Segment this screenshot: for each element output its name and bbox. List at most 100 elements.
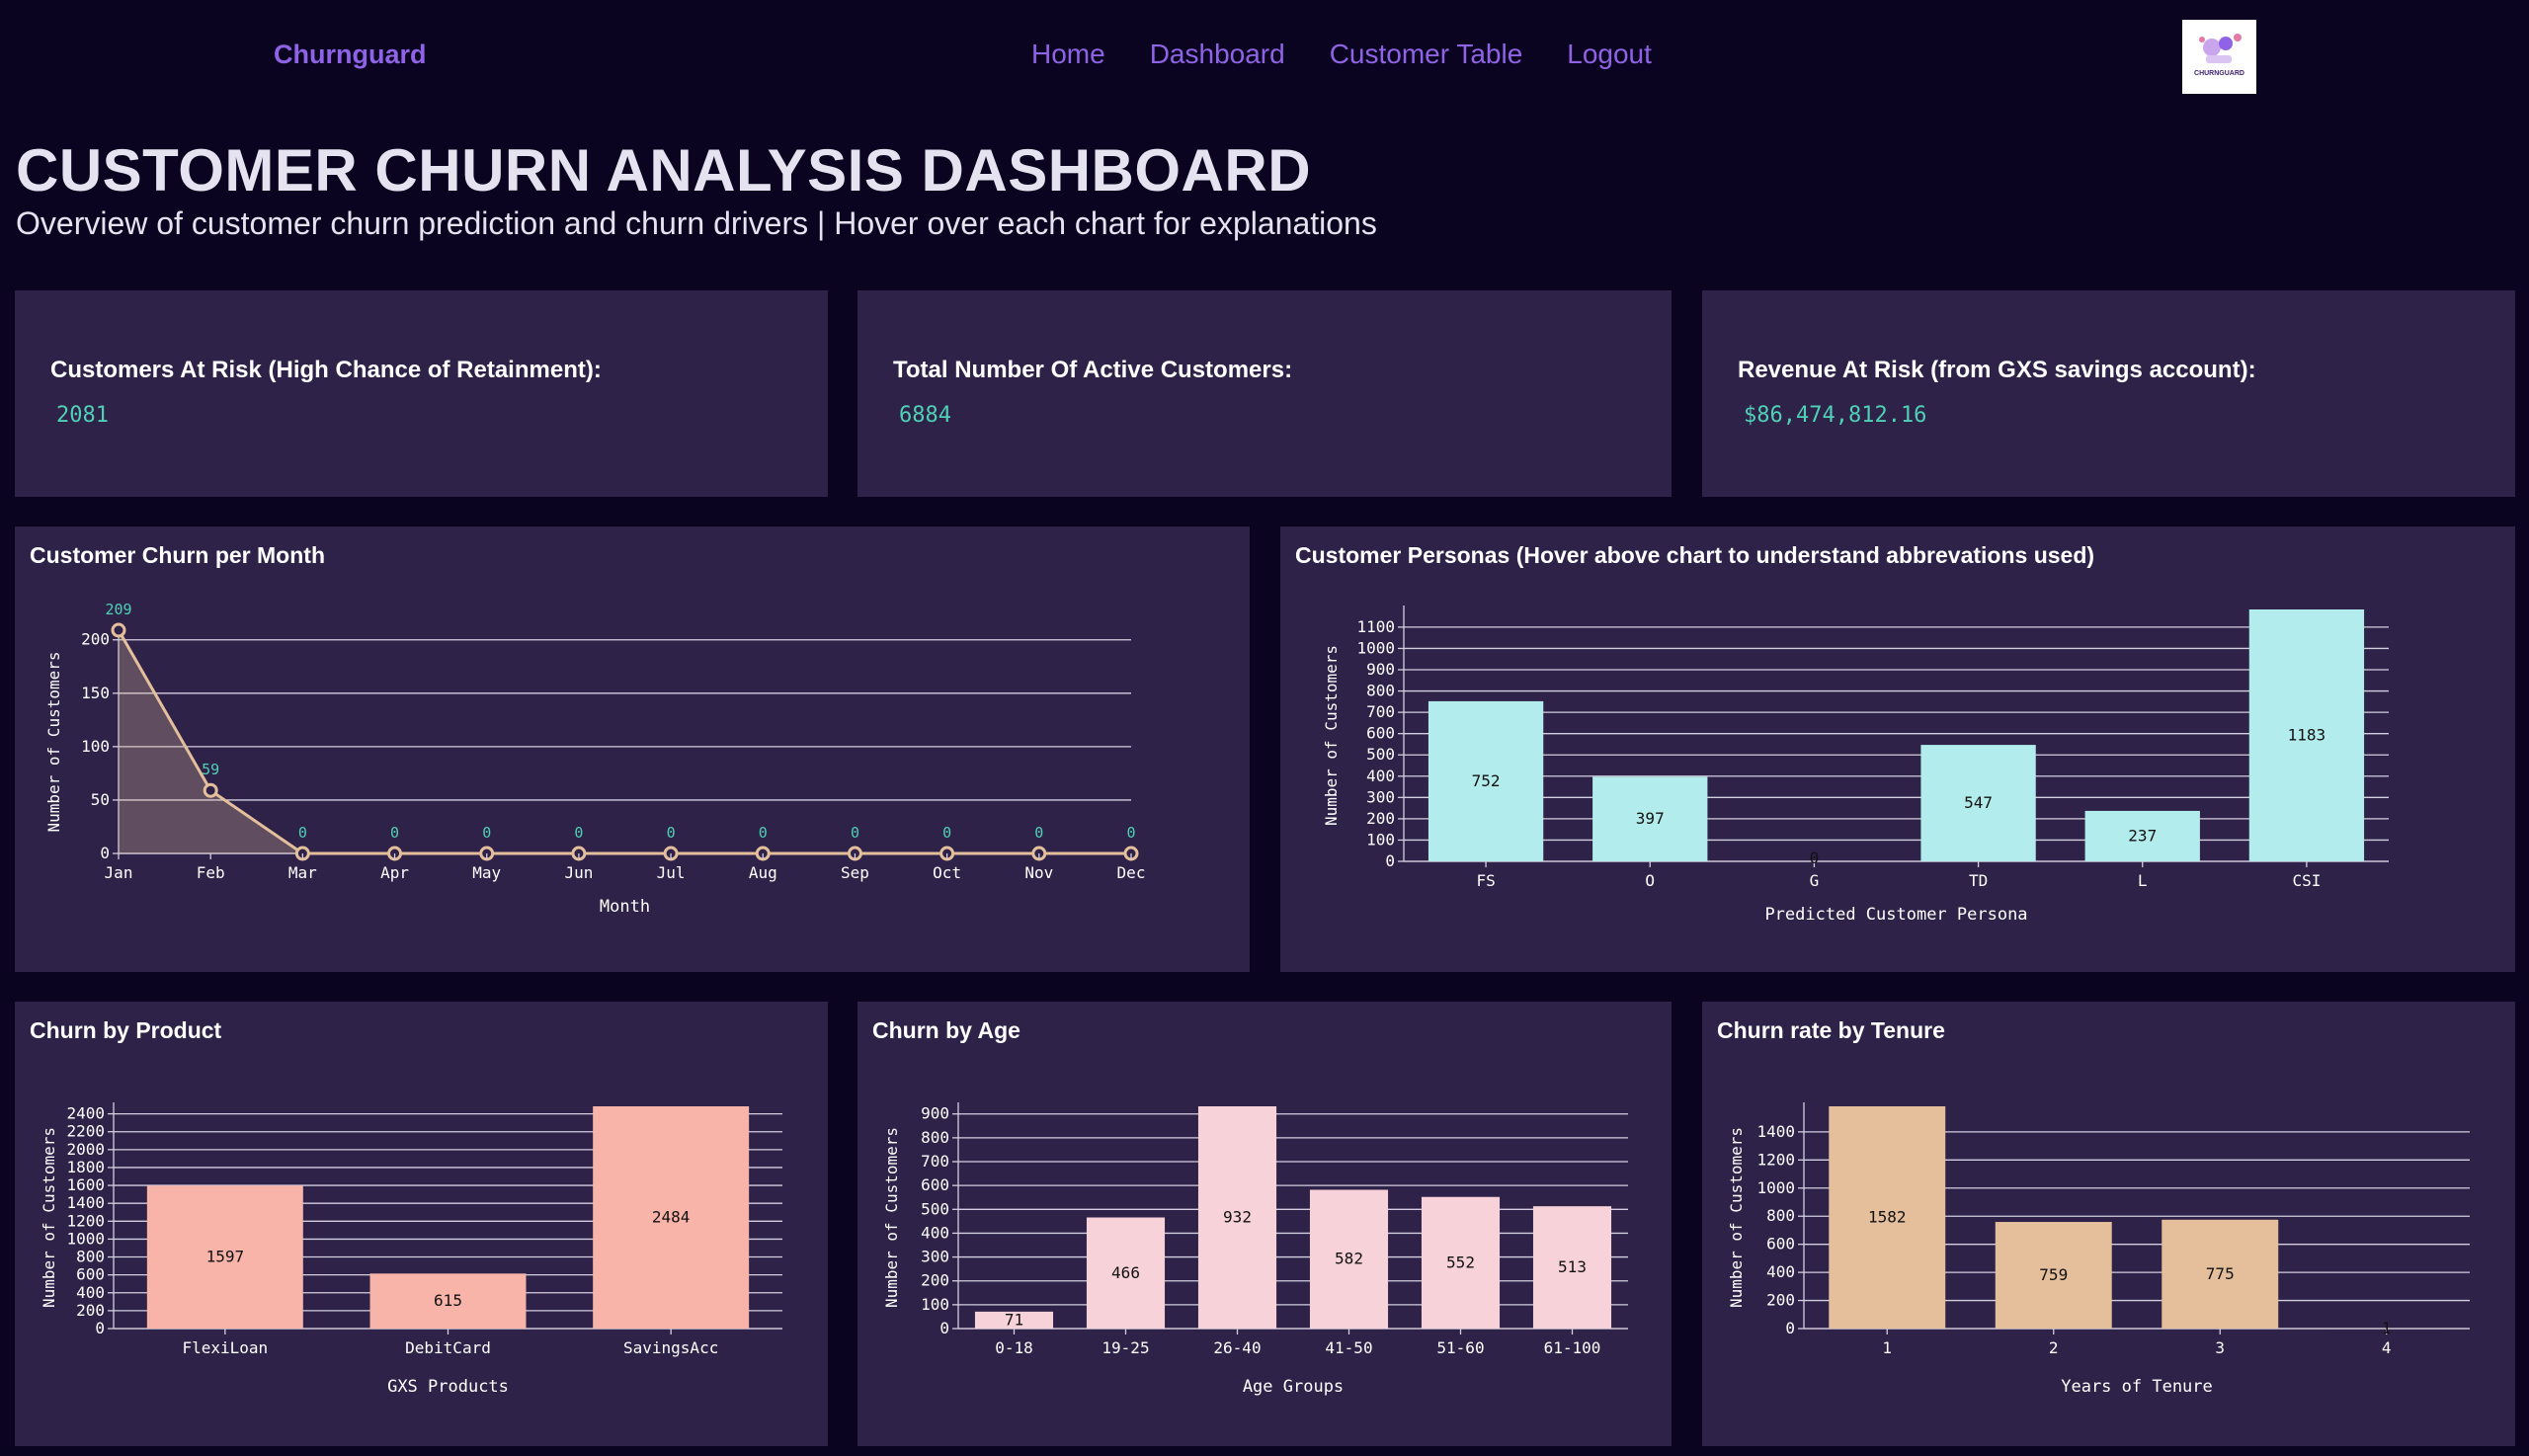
kpi-card-at-risk: Customers At Risk (High Chance of Retain… (15, 290, 828, 497)
y-tick-label: 200 (1766, 1291, 1795, 1310)
y-tick-label: 200 (76, 1301, 105, 1320)
nav-customer-table-link[interactable]: Customer Table (1330, 39, 1523, 70)
y-tick-label: 1000 (66, 1229, 105, 1248)
bar-value-label: 397 (1636, 809, 1665, 828)
y-tick-label: 900 (921, 1104, 949, 1123)
x-tick-label: 2 (2049, 1338, 2059, 1357)
churnguard-logo: CHURNGUARD (2182, 20, 2256, 94)
x-tick-label: 19-25 (1101, 1338, 1149, 1357)
y-axis-title: Number of Customers (1727, 1127, 1746, 1308)
y-tick-label: 200 (81, 630, 110, 649)
y-tick-label: 0 (1385, 851, 1395, 870)
y-tick-label: 2400 (66, 1104, 105, 1123)
x-tick-label: Mar (288, 863, 317, 882)
bar-value-label: 237 (2128, 826, 2157, 845)
y-tick-label: 600 (1366, 724, 1395, 743)
x-tick-label: L (2138, 871, 2148, 890)
x-tick-label: CSI (2292, 871, 2321, 890)
y-tick-label: 2200 (66, 1122, 105, 1141)
x-tick-label: Jun (564, 863, 593, 882)
data-value-label: 0 (1034, 824, 1043, 842)
x-tick-label: G (1810, 871, 1820, 890)
monthly-churn-chart[interactable]: 0 50 100 150 200 Number of Customers Month 209 J… (15, 526, 1250, 972)
churn-by-product-chart[interactable]: 0200400600800100012001400160018002000220… (15, 1002, 828, 1446)
y-tick-label: 0 (1785, 1319, 1795, 1337)
y-tick-label: 1400 (1756, 1122, 1795, 1141)
y-tick-label: 2000 (66, 1140, 105, 1159)
y-tick-label: 700 (921, 1152, 949, 1171)
personas-chart[interactable]: 0 100 200 300 400 500 600 700 800 900 1000 1100 Numb… (1280, 526, 2515, 972)
data-value-label: 0 (482, 824, 491, 842)
personas-card[interactable]: Customer Personas (Hover above chart to … (1280, 526, 2515, 972)
kpi-label: Revenue At Risk (from GXS savings accoun… (1738, 357, 2256, 383)
y-tick-label: 1000 (1756, 1178, 1795, 1197)
bar-value-label: 932 (1223, 1208, 1252, 1227)
y-tick-label: 0 (100, 844, 110, 862)
y-tick-label: 1400 (66, 1193, 105, 1212)
nav-dashboard-link[interactable]: Dashboard (1150, 39, 1285, 70)
y-tick-label: 500 (921, 1199, 949, 1218)
bar-value-label: 552 (1446, 1253, 1475, 1271)
y-tick-label: 1600 (66, 1175, 105, 1194)
navbar: Churnguard Home Dashboard Customer Table… (0, 0, 2529, 111)
bar-value-label: 71 (1005, 1310, 1023, 1329)
y-tick-label: 50 (91, 790, 110, 809)
nav-home-link[interactable]: Home (1031, 39, 1105, 70)
monthly-churn-card[interactable]: Customer Churn per Month 0 50 100 150 200 Num… (15, 526, 1250, 972)
y-tick-label: 600 (76, 1265, 105, 1284)
churn-by-age-chart[interactable]: 0 100 200 300 400 500 600 700 800 900 Number of Cu… (857, 1002, 1672, 1446)
churn-by-age-card[interactable]: Churn by Age 0 100 200 300 400 500 600 700 800 90… (857, 1002, 1672, 1446)
kpi-card-revenue-at-risk: Revenue At Risk (from GXS savings accoun… (1702, 290, 2515, 497)
bar-value-label: 1183 (2288, 726, 2326, 745)
y-tick-label: 800 (1766, 1206, 1795, 1225)
brand-link[interactable]: Churnguard (274, 40, 427, 70)
y-tick-label: 300 (921, 1248, 949, 1266)
bar-value-label: 752 (1472, 771, 1501, 790)
y-tick-label: 600 (1766, 1235, 1795, 1254)
y-tick-label: 400 (921, 1223, 949, 1242)
y-tick-label: 600 (921, 1175, 949, 1194)
y-tick-label: 100 (81, 737, 110, 756)
y-tick-label: 1200 (66, 1211, 105, 1230)
data-value-label: 209 (105, 601, 131, 618)
x-tick-label: 3 (2215, 1338, 2225, 1357)
churn-by-tenure-chart[interactable]: 0 200 400 600 800 1000 1200 1400 Number of Custo… (1702, 1002, 2515, 1446)
x-tick-label: DebitCard (405, 1338, 491, 1357)
y-tick-label: 300 (1366, 787, 1395, 806)
y-tick-label: 1100 (1356, 617, 1395, 636)
y-tick-label: 900 (1366, 660, 1395, 679)
bar-value-label: 582 (1335, 1250, 1363, 1268)
data-value-label: 0 (667, 824, 676, 842)
bar-value-label: 513 (1558, 1257, 1587, 1276)
y-axis-title: Number of Customers (44, 651, 63, 832)
y-tick-label: 100 (921, 1295, 949, 1314)
x-tick-label: Jan (105, 863, 133, 882)
x-axis-title: Predicted Customer Persona (1764, 905, 2027, 925)
churn-by-product-card[interactable]: Churn by Product 0 200 400 600 800 1000 1200 14… (15, 1002, 828, 1446)
x-tick-label: Dec (1117, 863, 1146, 882)
y-tick-label: 800 (921, 1128, 949, 1147)
y-tick-label: 400 (76, 1283, 105, 1302)
x-tick-label: Jul (657, 863, 686, 882)
x-tick-label: Aug (749, 863, 777, 882)
series-line (117, 629, 1131, 855)
x-tick-label: 0-18 (995, 1338, 1033, 1357)
logo-wordmark: CHURNGUARD (2194, 70, 2244, 77)
y-tick-label: 200 (921, 1271, 949, 1290)
bar-value-label: 1582 (1868, 1208, 1907, 1227)
churn-by-tenure-card[interactable]: Churn rate by Tenure 0 200 400 600 800 1000 12… (1702, 1002, 2515, 1446)
x-tick-label: FS (1476, 871, 1495, 890)
y-tick-label: 800 (76, 1248, 105, 1266)
y-tick-label: 400 (1766, 1262, 1795, 1281)
x-tick-label: 1 (1882, 1338, 1892, 1357)
y-tick-label: 200 (1366, 809, 1395, 828)
bar-value-label: 2484 (652, 1208, 691, 1227)
x-tick-label: 26-40 (1213, 1338, 1261, 1357)
y-tick-label: 1800 (66, 1158, 105, 1176)
x-tick-label: Apr (380, 863, 409, 882)
x-axis-title: Age Groups (1243, 1377, 1344, 1397)
x-tick-label: FlexiLoan (182, 1338, 268, 1357)
y-tick-label: 1000 (1356, 638, 1395, 657)
y-tick-label: 100 (1366, 830, 1395, 849)
nav-logout-link[interactable]: Logout (1567, 39, 1652, 70)
